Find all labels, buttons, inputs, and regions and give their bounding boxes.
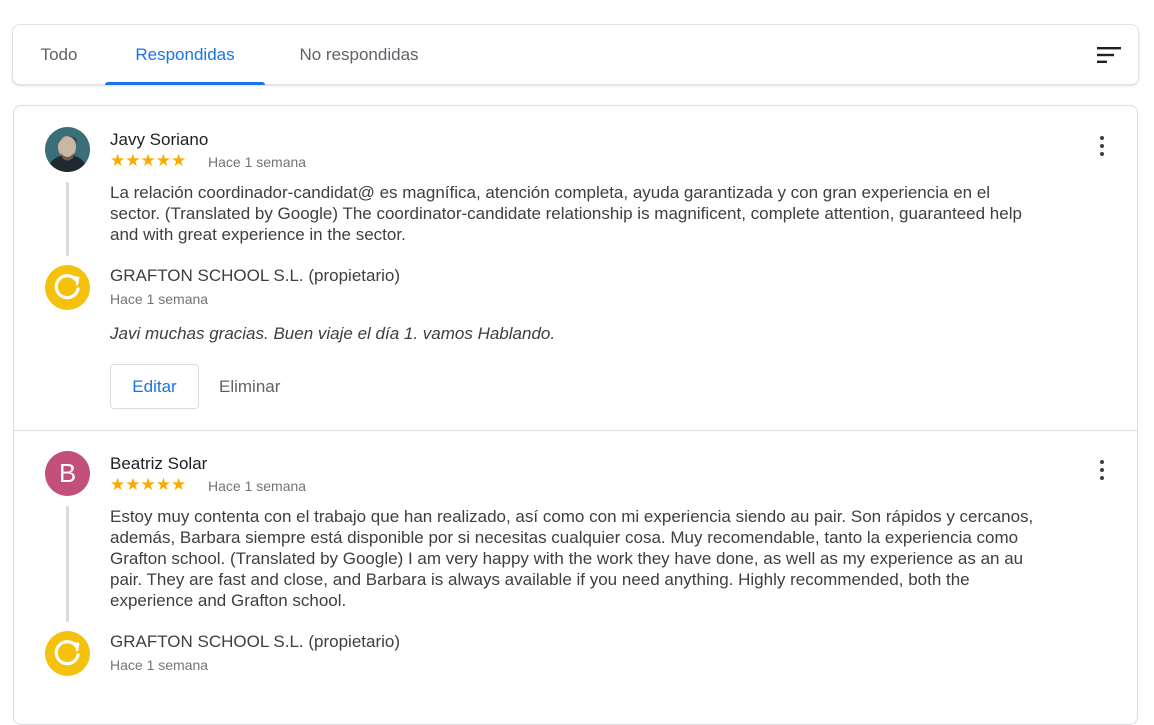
owner-avatar bbox=[45, 631, 90, 676]
tab-respondidas[interactable]: Respondidas bbox=[105, 25, 265, 85]
grafton-logo-icon bbox=[45, 631, 90, 676]
reply-text: Javi muchas gracias. Buen viaje el día 1… bbox=[110, 324, 556, 343]
tab-respondidas-label: Respondidas bbox=[135, 45, 235, 64]
star-rating: ★★★★★ bbox=[110, 475, 187, 494]
grafton-logo-icon bbox=[45, 265, 90, 310]
thread-line bbox=[66, 182, 69, 256]
review-text: Estoy muy contenta con el trabajo que ha… bbox=[110, 507, 1034, 610]
reply-date: Hace 1 semana bbox=[110, 291, 209, 307]
reply-date: Hace 1 semana bbox=[110, 657, 209, 673]
review-text: La relación coordinador-candidat@ es mag… bbox=[110, 183, 1022, 244]
tab-todo[interactable]: Todo bbox=[27, 25, 91, 85]
sort-button[interactable] bbox=[1096, 43, 1122, 67]
reviewer-name: Beatriz Solar bbox=[110, 454, 208, 473]
review-date: Hace 1 semana bbox=[208, 154, 307, 170]
delete-reply-button[interactable]: Eliminar bbox=[219, 364, 280, 409]
star-rating: ★★★★★ bbox=[110, 151, 187, 170]
more-options-button[interactable] bbox=[1090, 458, 1114, 482]
reviewer-name: Javy Soriano bbox=[110, 130, 209, 149]
owner-name: GRAFTON SCHOOL S.L. (propietario) bbox=[110, 266, 401, 285]
thread-line bbox=[66, 506, 69, 622]
avatar bbox=[45, 127, 90, 172]
reviews-list: Javy Soriano ★★★★★ Hace 1 semana La rela… bbox=[13, 105, 1138, 725]
avatar: B bbox=[45, 451, 90, 496]
edit-reply-button[interactable]: Editar bbox=[110, 364, 199, 409]
active-tab-indicator bbox=[105, 82, 265, 85]
tab-no-respondidas[interactable]: No respondidas bbox=[279, 25, 439, 85]
sort-icon bbox=[1097, 47, 1121, 63]
owner-avatar bbox=[45, 265, 90, 310]
review-date: Hace 1 semana bbox=[208, 478, 307, 494]
filter-tabs: Todo Respondidas No respondidas bbox=[12, 24, 1139, 85]
owner-name: GRAFTON SCHOOL S.L. (propietario) bbox=[110, 632, 401, 651]
review-divider bbox=[14, 430, 1137, 431]
more-options-button[interactable] bbox=[1090, 134, 1114, 158]
